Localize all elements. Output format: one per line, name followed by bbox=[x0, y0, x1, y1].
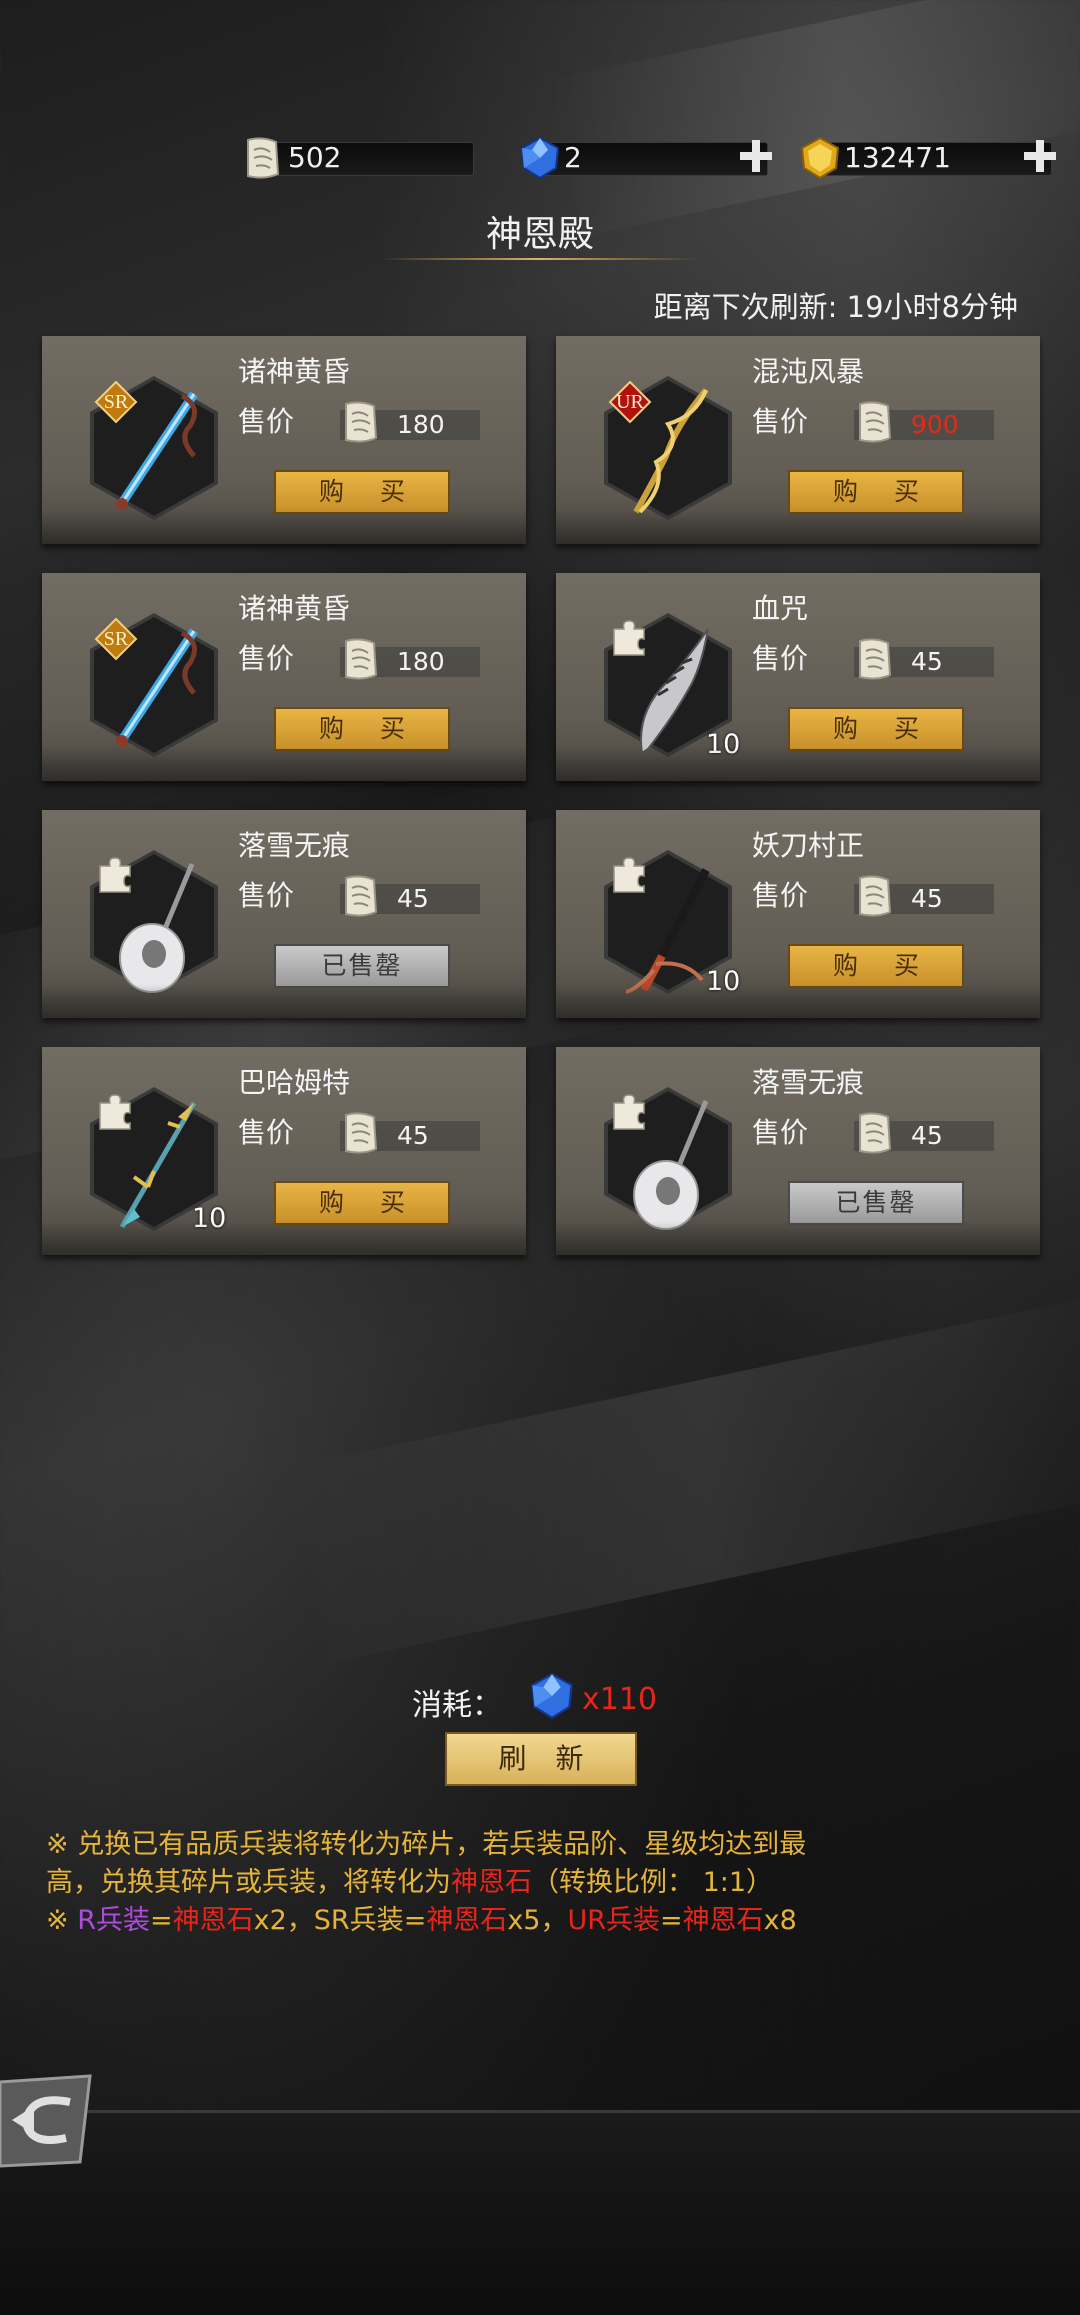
item-price: 180 bbox=[397, 410, 445, 439]
currency-value: 132471 bbox=[844, 141, 951, 174]
scroll-fragment-icon bbox=[340, 874, 380, 918]
fragment-puzzle-icon bbox=[610, 619, 648, 657]
gold-coin-icon bbox=[798, 136, 842, 180]
shop-item-card: 落雪无痕售价 45 已售罄 bbox=[42, 810, 526, 1018]
item-price: 45 bbox=[397, 1121, 429, 1150]
bg-brush bbox=[288, 1296, 1080, 1664]
blue-gem-icon bbox=[528, 1672, 576, 1720]
fragment-puzzle-icon bbox=[610, 1093, 648, 1131]
fragment-puzzle-icon bbox=[96, 856, 134, 894]
scroll-fragment-icon bbox=[340, 1111, 380, 1155]
buy-button[interactable]: 购 买 bbox=[274, 1181, 450, 1225]
note-line-1: ※ 兑换已有品质兵装将转化为碎片，若兵装品阶、星级均达到最 bbox=[46, 1829, 807, 1860]
buy-button[interactable]: 购 买 bbox=[274, 470, 450, 514]
item-quantity: 10 bbox=[192, 1203, 227, 1234]
cost-value: x110 bbox=[582, 1682, 658, 1717]
item-name: 落雪无痕 bbox=[238, 829, 351, 862]
fragment-puzzle-icon bbox=[96, 1093, 134, 1131]
scroll-fragment-icon bbox=[854, 1111, 894, 1155]
note-line-3: ※ R兵装=神恩石x2，SR兵装=神恩石x5，UR兵装=神恩石x8 bbox=[46, 1905, 797, 1936]
price-label: 售价 bbox=[752, 642, 809, 675]
shop-item-card: 10 血咒售价 45 购 买 bbox=[556, 573, 1040, 781]
blue-gem-icon bbox=[518, 136, 562, 180]
currency-gold: 132471 bbox=[798, 136, 1056, 180]
item-name: 诸神黄昏 bbox=[238, 592, 351, 625]
item-name: 诸神黄昏 bbox=[238, 355, 351, 388]
price-label: 售价 bbox=[238, 1116, 295, 1149]
shop-item-card: 10 妖刀村正售价 45 购 买 bbox=[556, 810, 1040, 1018]
add-gold-button[interactable] bbox=[1022, 138, 1058, 174]
shop-item-card: 10 巴哈姆特售价 45 购 买 bbox=[42, 1047, 526, 1255]
currency-value: 502 bbox=[288, 141, 342, 174]
rarity-badge: UR bbox=[608, 380, 652, 424]
item-name: 血咒 bbox=[752, 592, 809, 625]
item-name: 混沌风暴 bbox=[752, 355, 865, 388]
add-gems-button[interactable] bbox=[738, 138, 774, 174]
price-label: 售价 bbox=[238, 642, 295, 675]
buy-button[interactable]: 购 买 bbox=[274, 707, 450, 751]
note-line-2: 高，兑换其碎片或兵装，将转化为神恩石（转换比例： 1:1） bbox=[46, 1867, 774, 1898]
item-name: 巴哈姆特 bbox=[238, 1066, 351, 1099]
title-divider bbox=[380, 258, 700, 260]
sold-out-button: 已售罄 bbox=[788, 1181, 964, 1225]
item-quantity: 10 bbox=[706, 729, 741, 760]
back-arrow-icon[interactable] bbox=[0, 2072, 96, 2168]
buy-button[interactable]: 购 买 bbox=[788, 470, 964, 514]
rarity-badge: SR bbox=[94, 617, 138, 661]
price-label: 售价 bbox=[752, 405, 809, 438]
scroll-fragment-icon bbox=[340, 637, 380, 681]
currency-value: 2 bbox=[564, 141, 582, 174]
scroll-fragment-icon bbox=[240, 136, 284, 180]
shop-item-card: 落雪无痕售价 45 已售罄 bbox=[556, 1047, 1040, 1255]
refresh-button[interactable]: 刷 新 bbox=[445, 1732, 637, 1786]
item-price: 900 bbox=[911, 410, 959, 439]
currency-gems: 2 bbox=[518, 136, 772, 180]
page-title: 神恩殿 bbox=[485, 214, 594, 255]
item-quantity: 10 bbox=[706, 966, 741, 997]
item-price: 45 bbox=[397, 884, 429, 913]
scroll-fragment-icon bbox=[854, 637, 894, 681]
currency-fragments: 502 bbox=[240, 136, 474, 180]
price-label: 售价 bbox=[238, 879, 295, 912]
buy-button[interactable]: 购 买 bbox=[788, 707, 964, 751]
footer-bar bbox=[0, 2110, 1080, 2315]
item-name: 落雪无痕 bbox=[752, 1066, 865, 1099]
bg-brush bbox=[549, 0, 1080, 237]
fragment-puzzle-icon bbox=[610, 856, 648, 894]
price-label: 售价 bbox=[752, 1116, 809, 1149]
scroll-fragment-icon bbox=[854, 874, 894, 918]
item-price: 180 bbox=[397, 647, 445, 676]
price-label: 售价 bbox=[752, 879, 809, 912]
item-price: 45 bbox=[911, 647, 943, 676]
price-label: 售价 bbox=[238, 405, 295, 438]
item-price: 45 bbox=[911, 1121, 943, 1150]
scroll-fragment-icon bbox=[854, 400, 894, 444]
shop-item-card: SR 诸神黄昏售价 180 购 买 bbox=[42, 573, 526, 781]
item-name: 妖刀村正 bbox=[752, 829, 865, 862]
shop-item-card: UR 混沌风暴售价 900 购 买 bbox=[556, 336, 1040, 544]
buy-button[interactable]: 购 买 bbox=[788, 944, 964, 988]
cost-label: 消耗： bbox=[412, 1688, 502, 1723]
scroll-fragment-icon bbox=[340, 400, 380, 444]
shop-item-card: SR 诸神黄昏售价 180 购 买 bbox=[42, 336, 526, 544]
sold-out-button: 已售罄 bbox=[274, 944, 450, 988]
refresh-countdown: 距离下次刷新: 19小时8分钟 bbox=[653, 290, 1018, 324]
rarity-badge: SR bbox=[94, 380, 138, 424]
item-price: 45 bbox=[911, 884, 943, 913]
